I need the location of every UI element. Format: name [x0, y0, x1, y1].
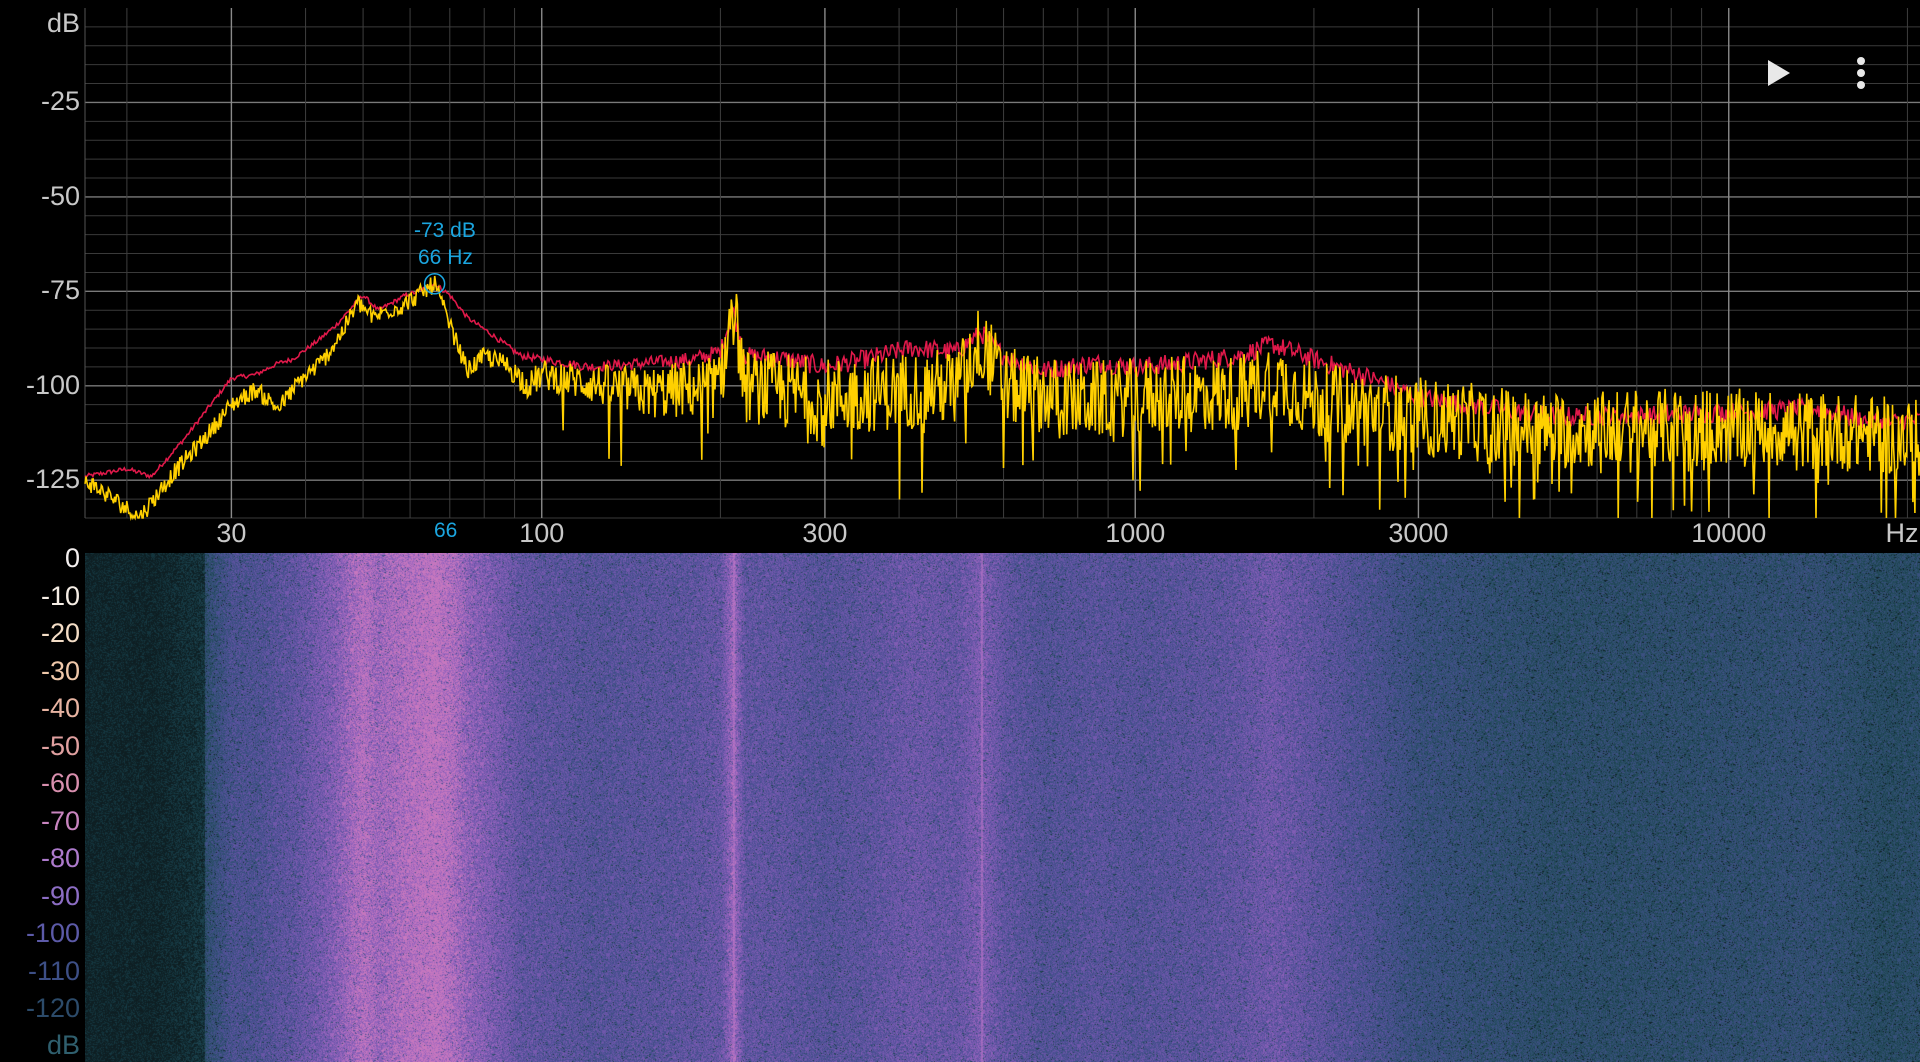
- spectrogram-scale-label: -120: [25, 993, 80, 1023]
- spectrogram-scale-label: -20: [40, 618, 80, 648]
- x-tick-label: 10000: [1691, 518, 1767, 548]
- x-tick-label: 1000: [1105, 518, 1166, 548]
- spectrogram-scale-label: -40: [40, 693, 80, 723]
- spectrogram-scale-label: -90: [40, 880, 80, 911]
- y-axis-unit: dB: [46, 8, 80, 38]
- spectrum-plot[interactable]: [0, 0, 1920, 553]
- x-axis-unit: Hz: [1885, 518, 1919, 548]
- spectrogram-scale-label: -110: [27, 955, 80, 986]
- spectrum-analyzer-app: dB -25 -50 -75 -100 -125 Hz 30 100 300 1000 3000…: [0, 0, 1920, 1062]
- spectrogram-scale-label: -60: [40, 768, 80, 798]
- x-tick-label: 100: [519, 518, 565, 548]
- spectrogram-scale-label: -50: [40, 730, 80, 761]
- play-button[interactable]: [1756, 50, 1802, 96]
- spectrogram-scale-label: -10: [40, 580, 80, 611]
- spectrogram-scale-label: -70: [40, 805, 80, 836]
- y-tick-label: -100: [25, 369, 80, 400]
- spectrogram-scale-unit: dB: [46, 1030, 80, 1060]
- spectrogram-scale-label: 0: [64, 543, 80, 573]
- play-icon: [1768, 60, 1790, 86]
- y-tick-label: -25: [40, 86, 80, 117]
- overflow-menu-button[interactable]: [1838, 50, 1884, 96]
- peak-axis-tag: 66: [434, 519, 458, 542]
- y-tick-label: -75: [40, 275, 80, 306]
- peak-level-label: -73 dB: [414, 219, 476, 242]
- spectrogram-waterfall[interactable]: [85, 553, 1920, 1062]
- spectrogram-scale-label: -100: [25, 918, 80, 948]
- y-tick-label: -50: [40, 180, 80, 211]
- x-tick-label: 300: [802, 518, 848, 548]
- x-tick-label: 3000: [1388, 518, 1449, 548]
- spectrogram-scale-label: -80: [40, 843, 80, 873]
- more-vert-icon: [1857, 57, 1865, 89]
- current-spectrum-trace: [84, 275, 1920, 522]
- x-tick-label: 30: [216, 518, 247, 548]
- spectrogram-scale-label: -30: [40, 655, 80, 686]
- y-tick-label: -125: [25, 464, 80, 495]
- peak-frequency-label: 66 Hz: [418, 246, 473, 269]
